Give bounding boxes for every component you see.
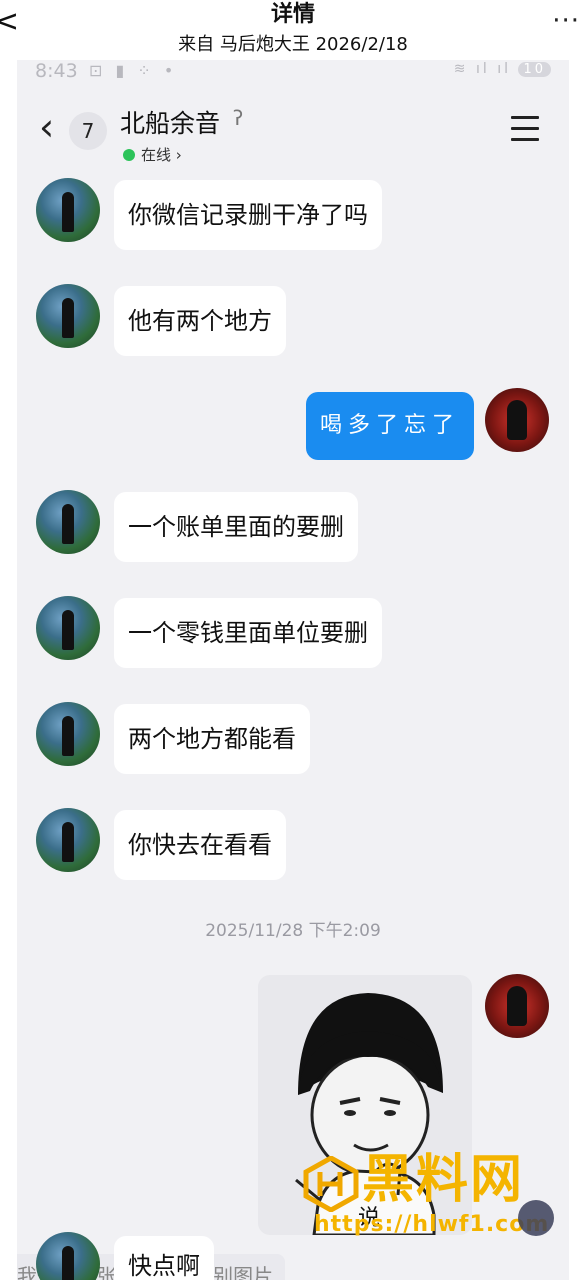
chat-screenshot: 8:43 ⊡ ▮ ⁘ • ≋ ıl ıl 10 ‹ 7 北船余音 ʔ 在线 › … [17, 60, 569, 1280]
online-chevron-icon: › [175, 146, 182, 164]
menu-icon[interactable] [511, 116, 539, 149]
earpiece-mode-icon: ʔ [233, 106, 244, 130]
chat-header: ‹ 7 北船余音 ʔ 在线 › [17, 98, 569, 165]
chat-bubble-icon [518, 1200, 554, 1236]
status-bar: 8:43 ⊡ ▮ ⁘ • ≋ ıl ıl 10 [17, 60, 569, 88]
viewer-subtitle: 来自 马后炮大王 2026/2/18 [178, 34, 408, 55]
watermark-url: https://hlwf1.com [314, 1212, 550, 1237]
message-bubble[interactable]: 你微信记录删干净了吗 [114, 180, 382, 250]
status-time: 8:43 [35, 60, 78, 82]
my-avatar[interactable] [485, 388, 549, 452]
status-icons: ⊡ ▮ ⁘ • [89, 61, 178, 80]
viewer-title: 详情 [270, 2, 315, 27]
message-bubble[interactable]: 快点啊 [114, 1236, 214, 1280]
my-avatar[interactable] [485, 974, 549, 1038]
online-status[interactable]: 在线 › [123, 144, 182, 165]
battery-icon: 10 [518, 62, 551, 77]
my-message-bubble[interactable]: 喝多了忘了 [306, 392, 475, 460]
watermark-text: 黑料网 [362, 1150, 525, 1210]
friend-avatar[interactable] [36, 596, 100, 660]
site-watermark: 黑料网 https://hlwf1.com [300, 1150, 570, 1240]
message-bubble[interactable]: 一个账单里面的要删 [114, 492, 358, 562]
message-bubble[interactable]: 两个地方都能看 [114, 704, 310, 774]
friend-avatar[interactable] [36, 284, 100, 348]
friend-avatar[interactable] [36, 1232, 100, 1280]
unread-count-badge[interactable]: 7 [69, 112, 107, 150]
message-bubble[interactable]: 一个零钱里面单位要删 [114, 598, 382, 668]
contact-name[interactable]: 北船余音 [120, 104, 220, 140]
watermark-logo-icon [303, 1156, 359, 1212]
friend-avatar[interactable] [36, 702, 100, 766]
signal-icon: ≋ ıl ıl [453, 61, 511, 77]
signal-icons: ≋ ıl ıl 10 [454, 61, 551, 77]
message-bubble[interactable]: 他有两个地方 [114, 286, 286, 356]
more-options-button[interactable]: ··· [552, 6, 580, 36]
online-label: 在线 [141, 146, 172, 164]
viewer-header: < 详情 来自 马后炮大王 2026/2/18 ··· [0, 0, 586, 60]
message-timestamp: 2025/11/28 下午2:09 [205, 921, 381, 941]
chat-back-icon[interactable]: ‹ [39, 108, 54, 146]
friend-avatar[interactable] [36, 808, 100, 872]
friend-avatar[interactable] [36, 490, 100, 554]
friend-avatar[interactable] [36, 178, 100, 242]
online-dot-icon [123, 149, 135, 161]
message-bubble[interactable]: 你快去在看看 [114, 810, 286, 880]
